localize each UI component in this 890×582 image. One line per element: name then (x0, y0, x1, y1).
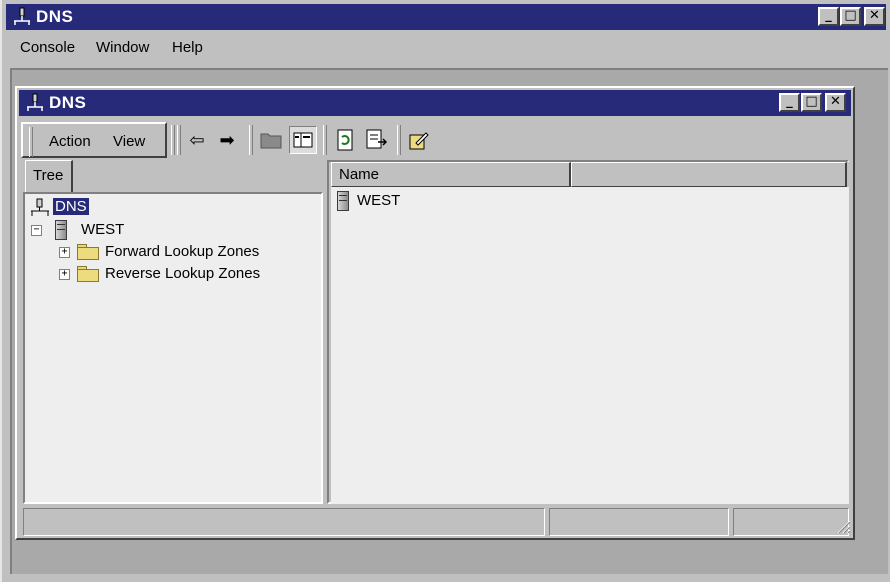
menu-help[interactable]: Help (172, 39, 203, 56)
toolbar-separator (397, 125, 401, 155)
list-view[interactable]: WEST (331, 187, 849, 504)
dns-app-icon (14, 7, 30, 25)
action-menu[interactable]: Action (49, 133, 91, 150)
inner-titlebar[interactable]: DNS _ □ ✕ (19, 90, 851, 116)
outer-titlebar[interactable]: DNS _ □ ✕ (6, 4, 886, 30)
expand-icon[interactable]: + (59, 247, 70, 258)
toolbar-grip[interactable] (177, 125, 181, 155)
menu-window[interactable]: Window (96, 39, 149, 56)
list-item-label: WEST (357, 192, 401, 209)
toolbar-separator (323, 125, 327, 155)
tree-label-west: WEST (81, 221, 125, 238)
inner-maximize-button[interactable]: □ (801, 93, 822, 112)
tree-label-forward-lookup-zones: Forward Lookup Zones (105, 243, 260, 260)
status-bar (23, 508, 853, 538)
outer-window: DNS _ □ ✕ Console Window Help DNS _ □ ✕ (0, 0, 890, 582)
list-pane: Name WEST (327, 160, 849, 504)
properties-icon[interactable] (405, 126, 433, 154)
tree-label-dns: DNS (53, 198, 89, 215)
forward-arrow-icon[interactable]: ➡ (213, 126, 241, 154)
server-icon (55, 220, 67, 240)
folder-icon (77, 244, 99, 260)
export-list-icon[interactable] (363, 126, 391, 154)
toolbar-separator (249, 125, 253, 155)
server-icon (337, 191, 349, 211)
status-cell-main (23, 508, 545, 536)
menu-bar: Console Window Help (6, 34, 886, 64)
back-arrow-icon[interactable]: ⇦ (183, 126, 211, 154)
dns-app-icon (27, 93, 43, 111)
action-view-menu-group: Action View (21, 122, 167, 158)
show-hide-tree-icon[interactable] (289, 126, 317, 154)
collapse-icon[interactable]: − (31, 225, 42, 236)
expand-icon[interactable]: + (59, 269, 70, 280)
inner-window: DNS _ □ ✕ Action View ⇦ ➡ Tree DNS − WES… (15, 86, 855, 540)
status-cell-2 (549, 508, 729, 536)
maximize-button[interactable]: □ (840, 7, 861, 26)
tree-tab[interactable]: Tree (25, 160, 73, 192)
column-header-blank[interactable] (571, 162, 847, 187)
view-menu[interactable]: View (113, 133, 145, 150)
toolbar-grip[interactable] (29, 127, 33, 157)
refresh-icon[interactable] (331, 126, 359, 154)
dns-network-icon (31, 198, 49, 216)
column-header-name[interactable]: Name (331, 162, 571, 187)
outer-window-title: DNS (36, 7, 74, 26)
inner-window-title: DNS (49, 93, 87, 112)
folder-icon (77, 266, 99, 282)
menu-console[interactable]: Console (20, 39, 75, 56)
inner-close-button[interactable]: ✕ (825, 93, 846, 112)
toolbar: Action View ⇦ ➡ (21, 122, 851, 160)
folder-icon[interactable] (257, 126, 285, 154)
resize-grip-icon[interactable] (835, 518, 851, 534)
toolbar-grip[interactable] (171, 125, 175, 155)
close-button[interactable]: ✕ (864, 7, 885, 26)
tree-label-reverse-lookup-zones: Reverse Lookup Zones (105, 265, 261, 282)
minimize-button[interactable]: _ (818, 7, 839, 26)
tree-pane: Tree DNS − WEST + Forward Lookup Zones +… (23, 160, 323, 504)
tree-view[interactable]: DNS − WEST + Forward Lookup Zones + Reve… (23, 192, 323, 504)
inner-minimize-button[interactable]: _ (779, 93, 800, 112)
list-header: Name (331, 162, 849, 187)
status-cell-3 (733, 508, 849, 536)
